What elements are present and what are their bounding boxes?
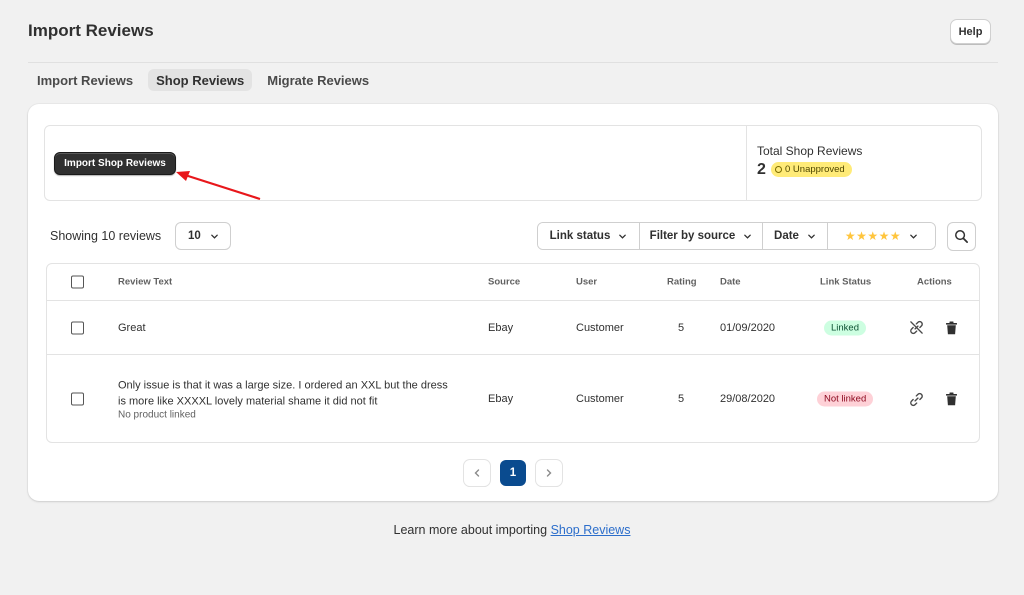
search-button[interactable]	[947, 222, 976, 251]
next-page-button[interactable]	[536, 460, 562, 486]
chevron-down-icon	[910, 234, 917, 239]
summary-divider	[746, 126, 747, 200]
header-actions: Actions	[917, 276, 952, 288]
chevron-right-icon	[546, 469, 552, 477]
source-filter-label: Filter by source	[649, 230, 736, 242]
tab-migrate-reviews[interactable]: Migrate Reviews	[259, 69, 377, 91]
link-status-filter-label: Link status	[549, 230, 611, 242]
help-button[interactable]: Help	[950, 19, 991, 44]
unlink-product-button[interactable]	[908, 320, 924, 336]
row-checkbox[interactable]	[71, 321, 84, 334]
link-status-badge: Linked	[824, 320, 866, 335]
header-divider	[28, 62, 998, 63]
total-shop-reviews-count: 2	[757, 161, 766, 178]
link-status-filter[interactable]: Link status	[538, 223, 640, 249]
select-all-checkbox[interactable]	[71, 275, 84, 289]
review-product-note: No product linked	[118, 409, 196, 421]
page-button-current[interactable]: 1	[500, 460, 526, 486]
link-product-button[interactable]	[908, 391, 924, 407]
review-user: Customer	[576, 393, 624, 405]
trash-icon	[945, 321, 957, 334]
shop-reviews-help-link[interactable]: Shop Reviews	[551, 523, 631, 537]
delete-review-button[interactable]	[943, 391, 959, 407]
review-text: Great	[118, 321, 146, 334]
tab-shop-reviews[interactable]: Shop Reviews	[148, 69, 253, 91]
import-shop-reviews-button[interactable]: Import Shop Reviews	[54, 152, 176, 175]
header-review-text: Review Text	[118, 276, 173, 288]
page-title: Import Reviews	[28, 21, 154, 40]
chevron-down-icon	[744, 234, 752, 239]
total-shop-reviews-label: Total Shop Reviews	[757, 144, 863, 158]
link-icon	[909, 392, 923, 406]
previous-page-button[interactable]	[464, 460, 490, 486]
date-filter[interactable]: Date	[763, 223, 828, 249]
header-rating: Rating	[667, 276, 697, 288]
annotation-arrow	[176, 171, 261, 201]
table-row: Only issue is that it was a large size. …	[47, 355, 979, 443]
header-link-status: Link Status	[820, 276, 872, 288]
review-rating: 5	[678, 321, 685, 334]
review-rating: 5	[678, 393, 685, 405]
table-header-row: Review Text Source User Rating Date Link…	[47, 264, 979, 301]
review-source: Ebay	[488, 393, 514, 405]
unapproved-badge-label: 0 Unapproved	[785, 164, 845, 175]
review-date: 29/08/2020	[720, 393, 776, 405]
pagination: 1	[464, 460, 562, 486]
unlink-icon	[909, 320, 923, 335]
showing-count-label: Showing 10 reviews	[50, 229, 162, 243]
chevron-left-icon	[474, 469, 480, 477]
summary-panel: Import Shop Reviews Total Shop Reviews 2…	[44, 125, 982, 201]
unapproved-badge: 0 Unapproved	[771, 162, 852, 177]
tab-import-reviews[interactable]: Import Reviews	[29, 69, 141, 91]
row-checkbox[interactable]	[71, 392, 84, 406]
per-page-select[interactable]: 10	[175, 222, 231, 250]
date-filter-label: Date	[774, 230, 799, 242]
footer-help-text: Learn more about importing Shop Reviews	[0, 523, 1024, 537]
delete-review-button[interactable]	[943, 320, 959, 336]
review-user: Customer	[576, 321, 624, 334]
review-text-block: Only issue is that it was a large size. …	[118, 378, 458, 421]
trash-icon	[945, 392, 957, 406]
header-user: User	[576, 276, 598, 288]
chevron-down-icon	[210, 234, 218, 239]
table-row: Great Ebay Customer 5 01/09/2020 Linked	[47, 301, 979, 355]
header-date: Date	[720, 276, 741, 288]
footer-text: Learn more about importing	[393, 523, 551, 537]
star-rating-icon: ★★★★★	[844, 229, 902, 243]
source-filter[interactable]: Filter by source	[640, 223, 763, 249]
review-date: 01/09/2020	[720, 321, 776, 334]
filter-group: Link status Filter by source Date ★★★★★	[537, 222, 936, 250]
review-text: Only issue is that it was a large size. …	[118, 379, 448, 408]
chevron-down-icon	[808, 234, 815, 239]
per-page-value: 10	[188, 230, 201, 242]
chevron-down-icon	[619, 234, 627, 239]
header-source: Source	[488, 276, 521, 288]
pending-circle-icon	[775, 166, 782, 173]
rating-filter[interactable]: ★★★★★	[828, 223, 935, 249]
link-status-badge: Not linked	[817, 391, 874, 407]
shop-reviews-card: Import Shop Reviews Total Shop Reviews 2…	[28, 104, 998, 501]
tab-bar: Import Reviews Shop Reviews Migrate Revi…	[29, 69, 377, 91]
reviews-table: Review Text Source User Rating Date Link…	[46, 263, 980, 443]
search-icon	[955, 230, 968, 243]
review-source: Ebay	[488, 321, 514, 334]
